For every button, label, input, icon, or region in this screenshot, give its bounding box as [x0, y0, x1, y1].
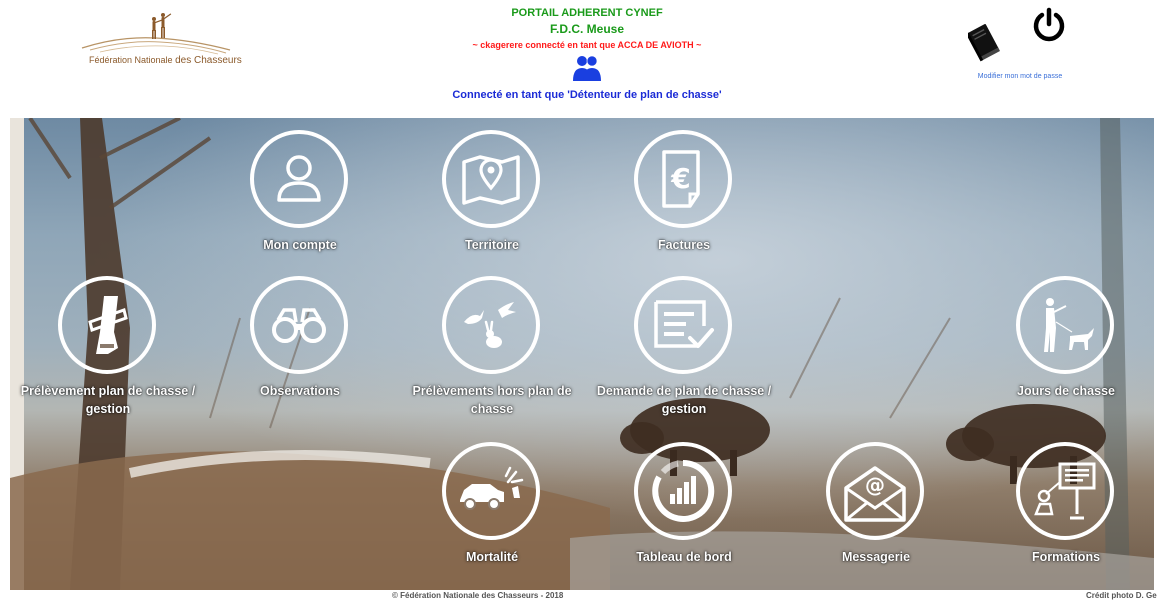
tile-circle: [634, 276, 732, 374]
photo-credit: Crédit photo D. Ge: [1086, 591, 1157, 600]
book-icon[interactable]: [968, 22, 1002, 62]
tile-label: Prélèvements hors plan de chasse: [412, 384, 572, 416]
tile-label: Observations: [260, 384, 340, 398]
tile-label: Tableau de bord: [636, 550, 732, 564]
tile-mon-compte[interactable]: Mon compte: [200, 118, 400, 288]
tile-mortalite[interactable]: Mortalité: [392, 430, 592, 590]
tile-jours-de-chasse[interactable]: Jours de chasse: [966, 264, 1154, 434]
change-password-link[interactable]: Modifier mon mot de passe: [960, 73, 1080, 80]
hunter-dog-icon: [1044, 298, 1094, 352]
svg-text:€: €: [670, 162, 690, 195]
tile-circle: [250, 276, 348, 374]
tile-label: Prélèvement plan de chasse / gestion: [20, 384, 196, 416]
tile-circle: [1016, 276, 1114, 374]
tile-label: Demande de plan de chasse / gestion: [596, 384, 772, 416]
tile-circle: [250, 130, 348, 228]
mail-at-icon: @: [844, 466, 906, 522]
federation-name: F.D.C. Meuse: [549, 22, 624, 36]
tile-label: Jours de chasse: [1017, 384, 1115, 398]
tile-circle: €: [634, 130, 732, 228]
users-icon[interactable]: [571, 54, 603, 82]
fnc-logo[interactable]: Fédération Nationale des Chasseurs: [80, 10, 242, 68]
portal-info: PORTAIL ADHERENT CYNEF F.D.C. Meuse ~ ck…: [380, 6, 794, 102]
power-icon[interactable]: [1032, 7, 1066, 43]
tile-territoire[interactable]: Territoire: [392, 118, 592, 288]
tile-observations[interactable]: Observations: [200, 264, 400, 434]
role-line: Connecté en tant que 'Détenteur de plan …: [452, 89, 722, 101]
header: Fédération Nationale des Chasseurs PORTA…: [0, 0, 1164, 118]
logo-text-line1: Fédération Nationale: [89, 55, 173, 65]
svg-text:@: @: [865, 473, 885, 497]
tile-label: Territoire: [465, 238, 519, 252]
euro-invoice-icon: €: [662, 150, 700, 208]
dashboard-chart-icon: [652, 459, 715, 522]
copyright: © Fédération Nationale des Chasseurs - 2…: [392, 591, 564, 600]
tile-circle: [442, 442, 540, 540]
tile-factures[interactable]: € Factures: [584, 118, 784, 288]
training-board-icon: [1034, 462, 1096, 520]
tile-label: Messagerie: [841, 550, 911, 564]
logo-text-line2: des Chasseurs: [175, 55, 242, 66]
connected-user: ~ ckagerere connecté en tant que ACCA DE…: [472, 40, 702, 50]
portal-title: PORTAIL ADHERENT CYNEF: [511, 7, 663, 19]
tile-label: Mortalité: [465, 550, 519, 564]
tile-circle: [58, 276, 156, 374]
tile-formations[interactable]: Formations: [966, 430, 1154, 590]
tile-circle: [442, 276, 540, 374]
user-icon: [277, 155, 321, 202]
tile-label: Formations: [1031, 550, 1101, 564]
tile-prelevement-plan[interactable]: Prélèvement plan de chasse / gestion: [10, 264, 208, 434]
map-pin-icon: [462, 155, 520, 205]
logo-text: Fédération Nationale des Chasseurs: [89, 55, 242, 66]
tile-tableau-de-bord[interactable]: Tableau de bord: [584, 430, 784, 590]
tile-circle: [442, 130, 540, 228]
form-check-icon: [654, 300, 714, 348]
tile-circle: @: [826, 442, 924, 540]
tile-prelevements-hors-plan[interactable]: Prélèvements hors plan de chasse: [392, 264, 592, 434]
birds-rabbit-icon: [464, 302, 516, 348]
tile-demande-plan[interactable]: Demande de plan de chasse / gestion: [584, 264, 784, 434]
tile-circle: [1016, 442, 1114, 540]
tile-label: Mon compte: [263, 238, 337, 252]
deer-leg-tag-icon: [88, 296, 128, 354]
car-deer-collision-icon: [460, 466, 524, 510]
binoculars-icon: [272, 308, 326, 343]
tile-circle: [634, 442, 732, 540]
hero-area: Mon compte Territoire € Factures Prélève…: [10, 118, 1154, 590]
tile-messagerie[interactable]: @ Messagerie: [776, 430, 976, 590]
hunter-logo-icon: [81, 13, 231, 55]
tile-label: Factures: [657, 238, 711, 252]
